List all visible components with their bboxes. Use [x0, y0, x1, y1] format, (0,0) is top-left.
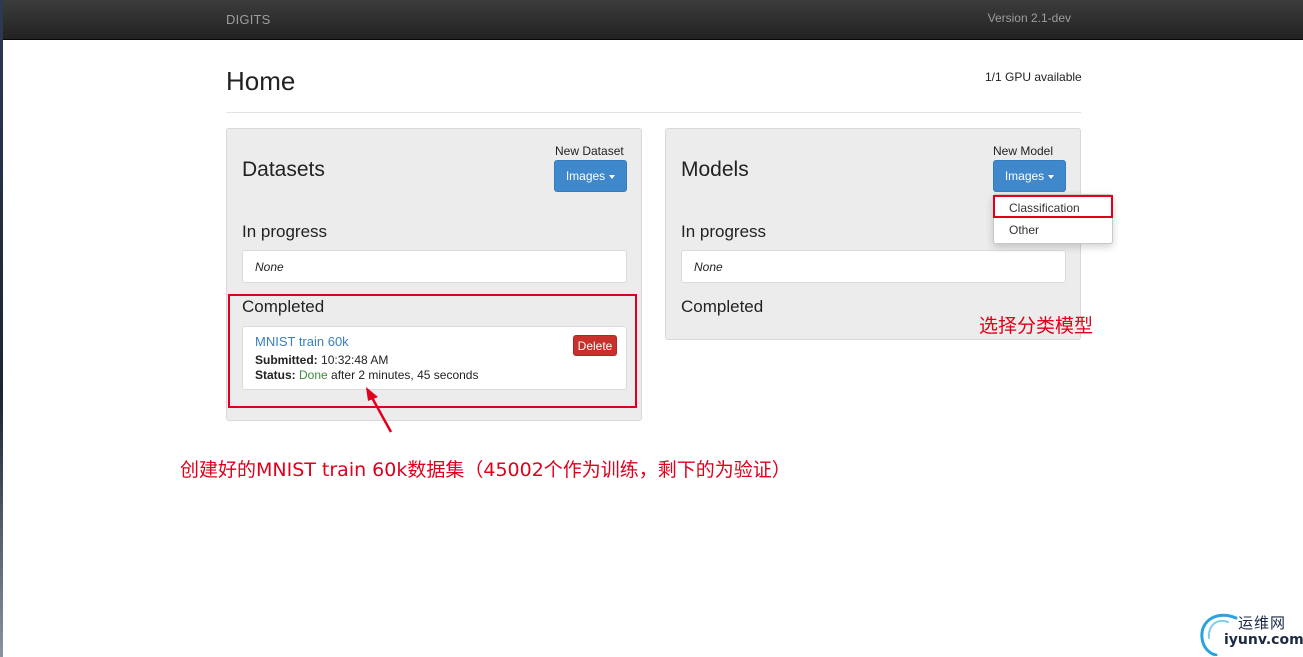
models-in-progress-heading: In progress: [681, 222, 767, 241]
dataset-annotation: 创建好的MNIST train 60k数据集（45002个作为训练，剩下的为验证…: [180, 459, 791, 481]
datasets-title: Datasets: [242, 158, 325, 181]
logo-text-en: iyunv.com: [1224, 632, 1303, 648]
caret-down-icon: [1048, 175, 1055, 179]
models-in-progress-list: None: [681, 250, 1066, 283]
datasets-in-progress-list: None: [242, 250, 627, 283]
dropdown-item-other[interactable]: Other: [994, 220, 1112, 240]
new-model-images-button[interactable]: Images: [993, 160, 1066, 192]
empty-list-text: None: [694, 260, 723, 274]
header-divider: [226, 112, 1081, 113]
images-button-label: Images: [1004, 169, 1045, 183]
watermark-logo: 运维网 iyunv.com: [1198, 608, 1303, 656]
top-navbar: DIGITS Version 2.1-dev: [3, 0, 1303, 40]
logo-text-cn: 运维网: [1238, 614, 1287, 632]
models-title: Models: [681, 158, 749, 181]
caret-down-icon: [609, 175, 616, 179]
highlight-classification: [993, 195, 1113, 218]
new-model-label: New Model: [993, 144, 1054, 158]
brand-link[interactable]: DIGITS: [226, 12, 271, 27]
gpu-status: 1/1 GPU available: [985, 70, 1082, 84]
highlight-completed-dataset: [228, 294, 637, 408]
model-annotation: 选择分类模型: [979, 315, 1094, 337]
new-dataset-label: New Dataset: [555, 144, 624, 158]
annotation-arrow-icon: [366, 387, 393, 433]
new-dataset-images-button[interactable]: Images: [554, 160, 627, 192]
page-title: Home: [226, 66, 296, 96]
datasets-in-progress-heading: In progress: [242, 222, 328, 241]
desktop-edge: [0, 0, 3, 657]
models-completed-heading: Completed: [681, 297, 764, 316]
empty-list-text: None: [255, 260, 284, 274]
version-label: Version 2.1-dev: [987, 11, 1071, 25]
images-button-label: Images: [565, 169, 606, 183]
